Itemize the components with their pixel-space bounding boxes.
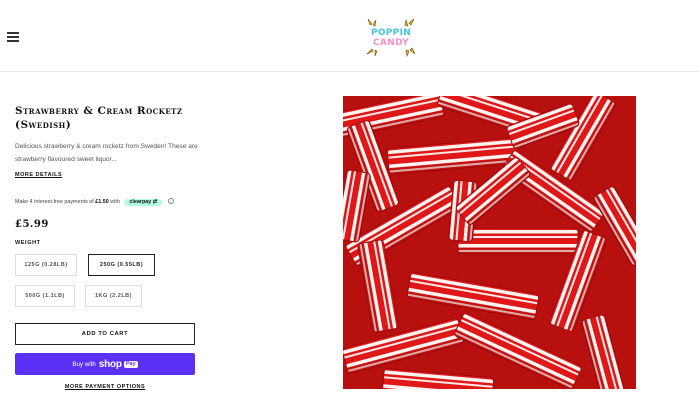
clearpay-prefix: Make 4 interest-free payments of xyxy=(15,199,96,205)
more-payment-options-link[interactable]: MORE PAYMENT OPTIONS xyxy=(15,384,195,390)
logo-text-poppin: POPPIN xyxy=(370,28,412,38)
shop-pay-logo-pay: Pay xyxy=(123,360,138,368)
hamburger-menu-icon[interactable] xyxy=(7,32,19,42)
clearpay-with: with xyxy=(108,199,120,205)
product-title: Strawberry & Cream Rocketz (Swedish) xyxy=(15,105,183,131)
weight-option-250g[interactable]: 250G (0.55LB) xyxy=(88,254,155,276)
poppin-candy-logo[interactable]: POPPIN CANDY xyxy=(362,16,420,58)
weight-option-125g[interactable]: 125G (0.28LB) xyxy=(15,254,77,276)
clearpay-badge: clearpay ⇄ xyxy=(124,198,163,206)
shop-pay-button[interactable]: Buy with shop Pay xyxy=(15,353,195,375)
product-image[interactable] xyxy=(343,96,636,389)
add-to-cart-button[interactable]: ADD TO CART xyxy=(15,323,195,345)
more-details-link[interactable]: MORE DETAILS xyxy=(15,172,62,178)
logo-text-candy: CANDY xyxy=(373,38,409,48)
candy-sticks-photo xyxy=(343,96,636,389)
product-description: Delicious strawberry & cream rocketz fro… xyxy=(15,143,198,163)
clearpay-brand: clearpay xyxy=(129,199,152,205)
info-icon[interactable]: i xyxy=(167,198,174,204)
product-price: £5.99 xyxy=(15,219,49,230)
shop-pay-prefix: Buy with xyxy=(72,360,96,368)
clearpay-amount: £1.50 xyxy=(95,199,109,205)
weight-label: WEIGHT xyxy=(15,240,41,246)
weight-option-1kg[interactable]: 1KG (2.2LB) xyxy=(85,285,142,307)
clearpay-message: Make 4 interest-free payments of £1.50 w… xyxy=(15,198,174,206)
candy-stick xyxy=(457,227,579,255)
weight-option-500g[interactable]: 500G (1.1LB) xyxy=(15,285,75,307)
shop-pay-logo-shop: shop xyxy=(98,358,122,370)
site-header: POPPIN CANDY xyxy=(0,0,699,72)
